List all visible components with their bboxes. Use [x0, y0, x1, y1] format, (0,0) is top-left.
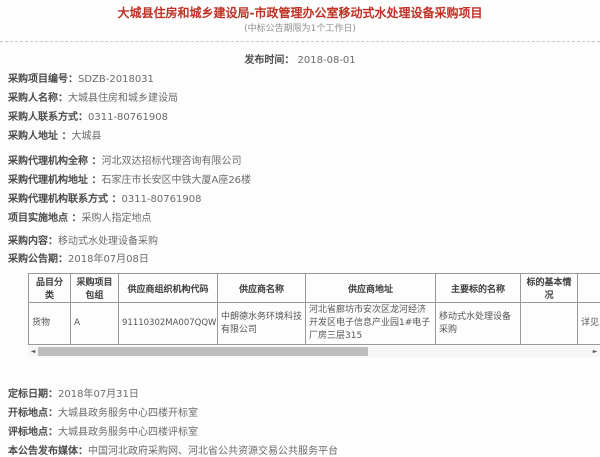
field-value: 大城县 — [71, 131, 101, 142]
agency-contact-line: 采购代理机构联系方式 ：0311-80761908 — [8, 195, 600, 205]
agency-info-section: 采购代理机构全称 ：河北双达招标代理咨询有限公司 采购代理机构地址 ：石家庄市长… — [8, 157, 600, 224]
buyer-contact-line: 采购人联系方式：0311-80761908 — [8, 113, 600, 123]
col-header-category: 品目分类 — [29, 274, 71, 303]
field-label: 开标地点： — [8, 408, 58, 419]
cell-supplier-name: 中朗德水务环境科技有限公司 — [218, 303, 306, 345]
cell-subject-name: 移动式水处理设备采购 — [436, 303, 521, 345]
field-value: 大城县政务服务中心四楼开标室 — [58, 408, 198, 419]
cell-subject-basic — [521, 303, 578, 345]
page-title: 大城县住房和城乡建设局-市政管理办公室移动式水处理设备采购项目 — [0, 0, 600, 20]
field-value: 0311-80761908 — [121, 194, 201, 205]
publish-date-value: 2018-08-01 — [298, 55, 356, 66]
award-date-line: 定标日期：2018年07月31日 — [8, 390, 600, 400]
field-value: 河北双达招标代理咨询有限公司 — [101, 156, 241, 167]
dashed-separator — [0, 41, 600, 42]
publish-date-label: 发布时间： — [244, 55, 294, 66]
field-value: 2018年07月08日 — [68, 254, 149, 265]
field-value: 移动式水处理设备采购 — [58, 236, 158, 247]
col-header-subject-basic: 标的基本情况 — [521, 274, 578, 303]
field-label: 项目实施地点 ： — [8, 213, 81, 224]
field-label: 采购公告期： — [8, 254, 68, 265]
table-row: 货物 A 91110302MA007QQW30 中朗德水务环境科技有限公司 河北… — [29, 303, 600, 345]
publish-date-line: 发布时间： 2018-08-01 — [0, 51, 600, 66]
table-horizontal-scrollbar[interactable]: ◄ ► — [28, 346, 600, 357]
buyer-name-line: 采购人名称：大城县住房和城乡建设局 — [8, 94, 600, 104]
purchase-content-line: 采购内容：移动式水处理设备采购 — [8, 237, 600, 247]
buyer-project-number-line: 采购项目编号：SDZB-2018031 — [8, 75, 600, 85]
col-header-org-code: 供应商组织机构代码 — [119, 274, 218, 303]
col-header-subject-name: 主要标的名称 — [436, 274, 521, 303]
field-label: 采购项目编号： — [8, 74, 78, 85]
field-label: 采购人联系方式： — [8, 112, 88, 123]
field-label: 采购内容： — [8, 236, 58, 247]
field-label: 采购代理机构联系方式 ： — [8, 194, 121, 205]
col-header-package: 采购项目包组 — [71, 274, 119, 303]
page-subtitle: (中标公告期限为1个工作日) — [0, 24, 600, 34]
scroll-right-icon[interactable]: ► — [590, 346, 600, 357]
scrollbar-thumb[interactable] — [38, 347, 368, 356]
col-header-supplier-name: 供应商名称 — [218, 274, 306, 303]
field-label: 定标日期： — [8, 389, 58, 400]
field-label: 采购代理机构地址 ： — [8, 175, 101, 186]
scroll-left-icon[interactable]: ◄ — [28, 346, 38, 357]
field-value: 采购人指定地点 — [81, 213, 151, 224]
field-label: 本公告发布媒体： — [8, 446, 88, 457]
field-label: 采购人地址 ： — [8, 131, 71, 142]
field-value: 2018年07月31日 — [58, 389, 139, 400]
bid-opening-place-line: 开标地点：大城县政务服务中心四楼开标室 — [8, 409, 600, 419]
cell-supplier-address: 河北省廊坊市安次区龙河经济开发区电子信息产业园1#电子厂房三层315 — [306, 303, 436, 345]
buyer-info-section: 采购项目编号：SDZB-2018031 采购人名称：大城县住房和城乡建设局 采购… — [8, 75, 600, 142]
announcement-period-line: 采购公告期：2018年07月08日 — [8, 255, 600, 265]
cell-category: 货物 — [29, 303, 71, 345]
col-header-clipped — [578, 274, 600, 303]
cell-package: A — [71, 303, 119, 345]
announcement-page: 大城县住房和城乡建设局-市政管理办公室移动式水处理设备采购项目 (中标公告期限为… — [0, 0, 600, 455]
field-label: 采购人名称： — [8, 93, 68, 104]
field-label: 评标地点： — [8, 427, 58, 438]
award-table: 品目分类 采购项目包组 供应商组织机构代码 供应商名称 供应商地址 主要标的名称… — [28, 273, 600, 345]
buyer-address-line: 采购人地址 ：大城县 — [8, 132, 600, 142]
field-value: 石家庄市长安区中铁大厦A座26楼 — [101, 175, 251, 186]
award-table-viewport: 品目分类 采购项目包组 供应商组织机构代码 供应商名称 供应商地址 主要标的名称… — [28, 273, 600, 345]
purchase-info-section: 采购内容：移动式水处理设备采购 采购公告期：2018年07月08日 — [8, 237, 600, 265]
bid-evaluation-place-line: 评标地点：大城县政务服务中心四楼评标室 — [8, 428, 600, 438]
field-value: SDZB-2018031 — [78, 74, 154, 85]
footer-info-section: 定标日期：2018年07月31日 开标地点：大城县政务服务中心四楼开标室 评标地… — [8, 390, 600, 457]
agency-name-line: 采购代理机构全称 ：河北双达招标代理咨询有限公司 — [8, 157, 600, 167]
field-value: 大城县住房和城乡建设局 — [68, 93, 178, 104]
field-value: 中国河北政府采购网、河北省公共资源交易公共服务平台 — [88, 446, 338, 457]
table-header-row: 品目分类 采购项目包组 供应商组织机构代码 供应商名称 供应商地址 主要标的名称… — [29, 274, 600, 303]
publish-media-line: 本公告发布媒体：中国河北政府采购网、河北省公共资源交易公共服务平台 — [8, 447, 600, 457]
field-value: 大城县政务服务中心四楼评标室 — [58, 427, 198, 438]
cell-clipped: 详见 — [578, 303, 600, 345]
field-value: 0311-80761908 — [88, 112, 168, 123]
cell-org-code: 91110302MA007QQW30 — [119, 303, 218, 345]
field-label: 采购代理机构全称 ： — [8, 156, 101, 167]
col-header-supplier-address: 供应商地址 — [306, 274, 436, 303]
agency-address-line: 采购代理机构地址 ：石家庄市长安区中铁大厦A座26楼 — [8, 176, 600, 186]
project-location-line: 项目实施地点 ：采购人指定地点 — [8, 214, 600, 224]
